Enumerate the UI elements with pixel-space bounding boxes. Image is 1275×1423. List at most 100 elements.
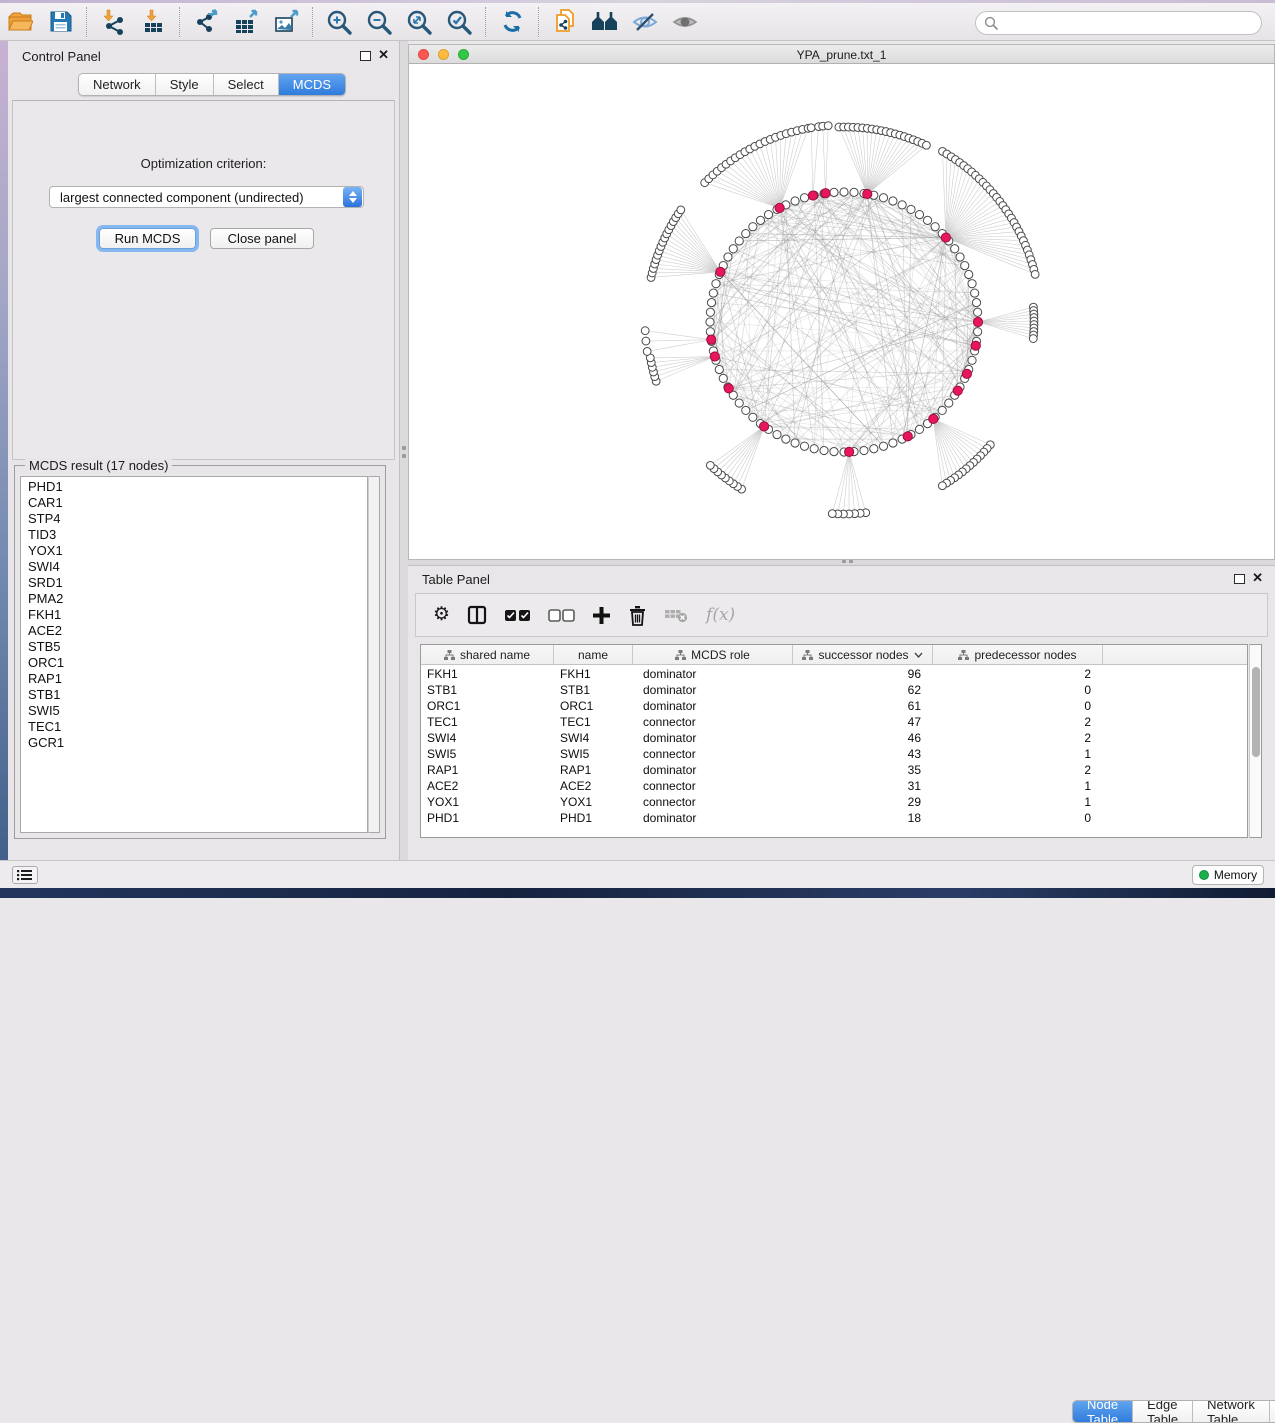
vertical-splitter[interactable] [400, 41, 408, 860]
table-row[interactable]: YOX1YOX1connector291 [421, 794, 1247, 810]
node-table[interactable]: shared namenameMCDS rolesuccessor nodesp… [420, 644, 1248, 838]
mcds-result-item[interactable]: SWI4 [28, 559, 367, 575]
mcds-result-item[interactable]: ORC1 [28, 655, 367, 671]
mcds-result-item[interactable]: ACE2 [28, 623, 367, 639]
tab-style[interactable]: Style [156, 74, 214, 95]
table-scrollbar-thumb[interactable] [1252, 667, 1260, 757]
column-header-shared-name[interactable]: shared name [421, 645, 554, 664]
run-mcds-button[interactable]: Run MCDS [99, 228, 196, 249]
mcds-node[interactable] [724, 384, 733, 393]
zoom-fit-icon[interactable] [404, 7, 434, 37]
show-all-icon[interactable] [670, 7, 700, 37]
zoom-in-icon[interactable] [324, 7, 354, 37]
mcds-result-item[interactable]: SWI5 [28, 703, 367, 719]
gear-icon[interactable]: ⚙ [433, 605, 450, 625]
mcds-result-item[interactable]: CAR1 [28, 495, 367, 511]
add-column-icon[interactable] [592, 606, 611, 625]
tab-select[interactable]: Select [214, 74, 279, 95]
tab-edge-table[interactable]: Edge Table [1133, 1401, 1193, 1422]
mcds-result-group: MCDS result (17 nodes) PHD1CAR1STP4TID3Y… [14, 465, 386, 839]
export-image-icon[interactable] [271, 7, 301, 37]
float-panel-icon[interactable] [360, 51, 371, 61]
mcds-node[interactable] [863, 189, 872, 198]
mcds-node[interactable] [707, 335, 716, 344]
tab-mcds[interactable]: MCDS [279, 74, 345, 95]
table-row[interactable]: ORC1ORC1dominator610 [421, 698, 1247, 714]
table-row[interactable]: SWI5SWI5connector431 [421, 746, 1247, 762]
hide-selected-icon[interactable] [630, 7, 660, 37]
task-history-button[interactable] [12, 866, 38, 884]
mcds-node[interactable] [962, 369, 971, 378]
network-window-titlebar[interactable]: YPA_prune.txt_1 [409, 45, 1274, 64]
table-row[interactable]: RAP1RAP1dominator352 [421, 762, 1247, 778]
mcds-list-scrollbar[interactable] [368, 476, 380, 833]
deselect-all-columns-icon[interactable] [548, 609, 575, 622]
mcds-node[interactable] [941, 233, 950, 242]
import-table-icon[interactable] [138, 7, 168, 37]
mcds-result-item[interactable]: STB5 [28, 639, 367, 655]
mcds-node[interactable] [710, 352, 719, 361]
mcds-node[interactable] [821, 189, 830, 198]
mcds-result-item[interactable]: PHD1 [28, 479, 367, 495]
table-row[interactable]: SWI4SWI4dominator462 [421, 730, 1247, 746]
mcds-result-item[interactable]: FKH1 [28, 607, 367, 623]
mcds-result-item[interactable]: TEC1 [28, 719, 367, 735]
tab-node-table[interactable]: Node Table [1073, 1401, 1133, 1422]
mcds-node[interactable] [903, 432, 912, 441]
save-icon[interactable] [45, 7, 75, 37]
zoom-out-icon[interactable] [364, 7, 394, 37]
mcds-result-list[interactable]: PHD1CAR1STP4TID3YOX1SWI4SRD1PMA2FKH1ACE2… [20, 476, 368, 833]
table-scrollbar[interactable] [1249, 644, 1262, 838]
table-row[interactable]: ACE2ACE2connector311 [421, 778, 1247, 794]
mcds-node[interactable] [953, 386, 962, 395]
column-header-name[interactable]: name [554, 645, 633, 664]
mcds-result-item[interactable]: TID3 [28, 527, 367, 543]
search-input[interactable] [999, 14, 1261, 32]
copy-network-icon[interactable] [550, 7, 580, 37]
network-graph-canvas[interactable] [409, 64, 1275, 561]
mcds-result-item[interactable]: GCR1 [28, 735, 367, 751]
export-network-icon[interactable] [191, 7, 221, 37]
mcds-result-item[interactable]: PMA2 [28, 591, 367, 607]
column-header-predecessor-nodes[interactable]: predecessor nodes [933, 645, 1103, 664]
tab-motifs[interactable]: Motifs [1270, 1401, 1275, 1422]
tab-network[interactable]: Network [79, 74, 156, 95]
select-all-columns-icon[interactable] [504, 609, 531, 622]
refresh-icon[interactable] [497, 7, 527, 37]
column-layout-icon[interactable] [467, 605, 487, 625]
export-table-icon[interactable] [231, 7, 261, 37]
tab-network-table[interactable]: Network Table [1193, 1401, 1270, 1422]
mcds-result-item[interactable]: SRD1 [28, 575, 367, 591]
mcds-node[interactable] [775, 203, 784, 212]
mcds-result-item[interactable]: RAP1 [28, 671, 367, 687]
first-neighbors-icon[interactable] [590, 7, 620, 37]
import-network-icon[interactable] [98, 7, 128, 37]
mcds-node[interactable] [971, 341, 980, 350]
mcds-node[interactable] [929, 414, 938, 423]
mcds-node[interactable] [808, 191, 817, 200]
table-row[interactable]: STB1STB1dominator620 [421, 682, 1247, 698]
mcds-node[interactable] [760, 422, 769, 431]
search-box[interactable] [975, 11, 1262, 35]
column-header-successor-nodes[interactable]: successor nodes [793, 645, 933, 664]
delete-column-icon[interactable] [628, 605, 647, 626]
zoom-selected-icon[interactable] [444, 7, 474, 37]
open-folder-icon[interactable] [5, 7, 35, 37]
table-row[interactable]: PHD1PHD1dominator180 [421, 810, 1247, 826]
column-header-MCDS-role[interactable]: MCDS role [633, 645, 793, 664]
mcds-node[interactable] [973, 317, 982, 326]
close-panel-button[interactable]: Close panel [210, 228, 314, 249]
close-panel-icon[interactable]: ✕ [378, 50, 389, 60]
mcds-node[interactable] [716, 267, 725, 276]
table-cell: 96 [793, 666, 933, 682]
close-table-panel-icon[interactable]: ✕ [1252, 573, 1263, 583]
float-table-panel-icon[interactable] [1234, 574, 1245, 584]
memory-button[interactable]: Memory [1192, 865, 1264, 885]
mcds-result-item[interactable]: STP4 [28, 511, 367, 527]
mcds-result-item[interactable]: STB1 [28, 687, 367, 703]
table-row[interactable]: FKH1FKH1dominator962 [421, 666, 1247, 682]
mcds-result-item[interactable]: YOX1 [28, 543, 367, 559]
table-row[interactable]: TEC1TEC1connector472 [421, 714, 1247, 730]
mcds-node[interactable] [845, 447, 854, 456]
criterion-dropdown[interactable]: largest connected component (undirected) [49, 186, 364, 208]
